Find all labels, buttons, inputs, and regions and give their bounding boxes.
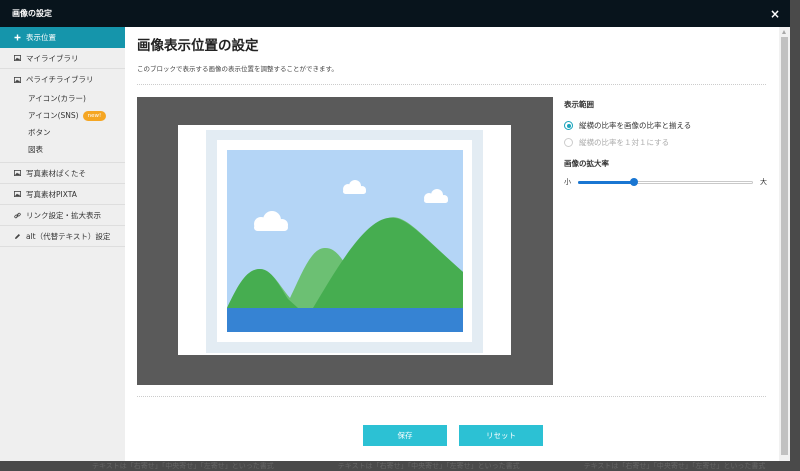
sidebar-subitem-icon-color[interactable]: アイコン(カラー) xyxy=(0,90,125,107)
sidebar-item-pixta[interactable]: 写真素材PIXTA xyxy=(0,184,125,205)
scrollbar-thumb[interactable] xyxy=(781,37,788,455)
sidebar-item-label: alt（代替テキスト）設定 xyxy=(26,231,111,241)
radio-square-ratio[interactable]: 縦横の比率を１対１にする xyxy=(564,134,769,151)
radio-match-ratio[interactable]: 縦横の比率を画像の比率と揃える xyxy=(564,117,769,134)
sidebar-item-display-position[interactable]: 表示位置 xyxy=(0,27,125,48)
radio-button-unchecked[interactable] xyxy=(564,138,573,147)
scrollbar[interactable] xyxy=(779,27,790,461)
sidebar-subitem-label: アイコン(SNS) xyxy=(28,111,79,120)
sidebar-item-label: 表示位置 xyxy=(26,33,56,42)
reset-button[interactable]: リセット xyxy=(459,425,543,446)
image-icon xyxy=(14,170,21,177)
pencil-icon xyxy=(14,233,21,240)
sidebar-item-perai-library[interactable]: ペライチライブラリ xyxy=(0,69,125,90)
main-content: 画像表示位置の設定 このブロックで表示する画像の表示位置を調整することができます… xyxy=(137,27,767,446)
image-icon xyxy=(14,191,21,198)
options-panel: 表示範囲 縦横の比率を画像の比率と揃える 縦横の比率を１対１にする 画像の拡大率… xyxy=(564,99,769,188)
image-preview-area[interactable] xyxy=(137,97,553,385)
background-page-text: テキストは「右寄せ」「中央寄せ」「左寄せ」といった書式 テキストは「右寄せ」「中… xyxy=(0,461,800,471)
radio-label: 縦横の比率を画像の比率と揃える xyxy=(579,121,692,130)
sidebar-subitem-chart[interactable]: 図表 xyxy=(0,141,125,158)
zoom-title: 画像の拡大率 xyxy=(564,159,609,168)
modal-title-bar: 画像の設定 × xyxy=(0,0,790,27)
image-settings-modal: 画像の設定 × 表示位置 マイライブラリ ペライチライブラリ アイコン(カラー)… xyxy=(0,0,790,461)
radio-label: 縦横の比率を１対１にする xyxy=(579,138,670,147)
image-icon xyxy=(14,55,21,62)
zoom-slider-row: 小 大 xyxy=(564,176,769,188)
new-badge: new! xyxy=(82,110,107,121)
radio-button-checked[interactable] xyxy=(564,121,573,130)
sidebar-item-label: リンク設定・拡大表示 xyxy=(26,210,101,220)
sidebar: 表示位置 マイライブラリ ペライチライブラリ アイコン(カラー) アイコン(SN… xyxy=(0,27,125,461)
divider xyxy=(137,84,766,85)
sidebar-subitem-label: 図表 xyxy=(28,145,43,154)
sidebar-item-pakutaso[interactable]: 写真素材ぱくたそ xyxy=(0,163,125,184)
zoom-min-label: 小 xyxy=(564,178,571,186)
background-text-line: テキストは「右寄せ」「中央寄せ」「左寄せ」といった書式 xyxy=(92,462,274,470)
save-button[interactable]: 保存 xyxy=(363,425,447,446)
background-text-line: テキストは「右寄せ」「中央寄せ」「左寄せ」といった書式 xyxy=(583,462,766,470)
zoom-max-label: 大 xyxy=(760,178,767,186)
sidebar-group-perai-library: ペライチライブラリ アイコン(カラー) アイコン(SNS) new! ボタン 図… xyxy=(0,69,125,163)
placeholder-image-icon xyxy=(178,125,511,355)
sidebar-item-label: 写真素材ぱくたそ xyxy=(26,168,86,178)
background-text-line: テキストは「右寄せ」「中央寄せ」「左寄せ」といった書式 xyxy=(337,462,520,470)
image-icon xyxy=(14,76,21,83)
divider xyxy=(137,396,766,397)
page-description: このブロックで表示する画像の表示位置を調整することができます。 xyxy=(137,65,338,73)
slider-handle[interactable] xyxy=(630,178,638,186)
action-buttons: 保存 リセット xyxy=(363,425,543,446)
zoom-slider[interactable] xyxy=(578,176,753,188)
plus-icon xyxy=(14,34,21,41)
sidebar-subitem-label: ボタン xyxy=(28,128,51,137)
sidebar-item-label: 写真素材PIXTA xyxy=(26,189,77,199)
display-range-title: 表示範囲 xyxy=(564,100,594,109)
sidebar-subitem-label: アイコン(カラー) xyxy=(28,94,86,103)
close-icon[interactable]: × xyxy=(770,8,780,20)
sidebar-item-link-settings[interactable]: リンク設定・拡大表示 xyxy=(0,205,125,226)
sidebar-item-label: マイライブラリ xyxy=(26,53,79,63)
sidebar-item-alt-text[interactable]: alt（代替テキスト）設定 xyxy=(0,226,125,247)
slider-fill xyxy=(578,180,634,184)
scroll-up-arrow-icon[interactable] xyxy=(782,30,786,34)
sidebar-item-label: ペライチライブラリ xyxy=(26,75,94,84)
modal-title: 画像の設定 xyxy=(12,9,52,18)
sidebar-item-my-library[interactable]: マイライブラリ xyxy=(0,48,125,69)
link-icon xyxy=(14,212,21,219)
sidebar-subitem-button[interactable]: ボタン xyxy=(0,124,125,141)
sidebar-subitem-icon-sns[interactable]: アイコン(SNS) new! xyxy=(0,107,125,124)
page-title: 画像表示位置の設定 xyxy=(137,38,259,54)
